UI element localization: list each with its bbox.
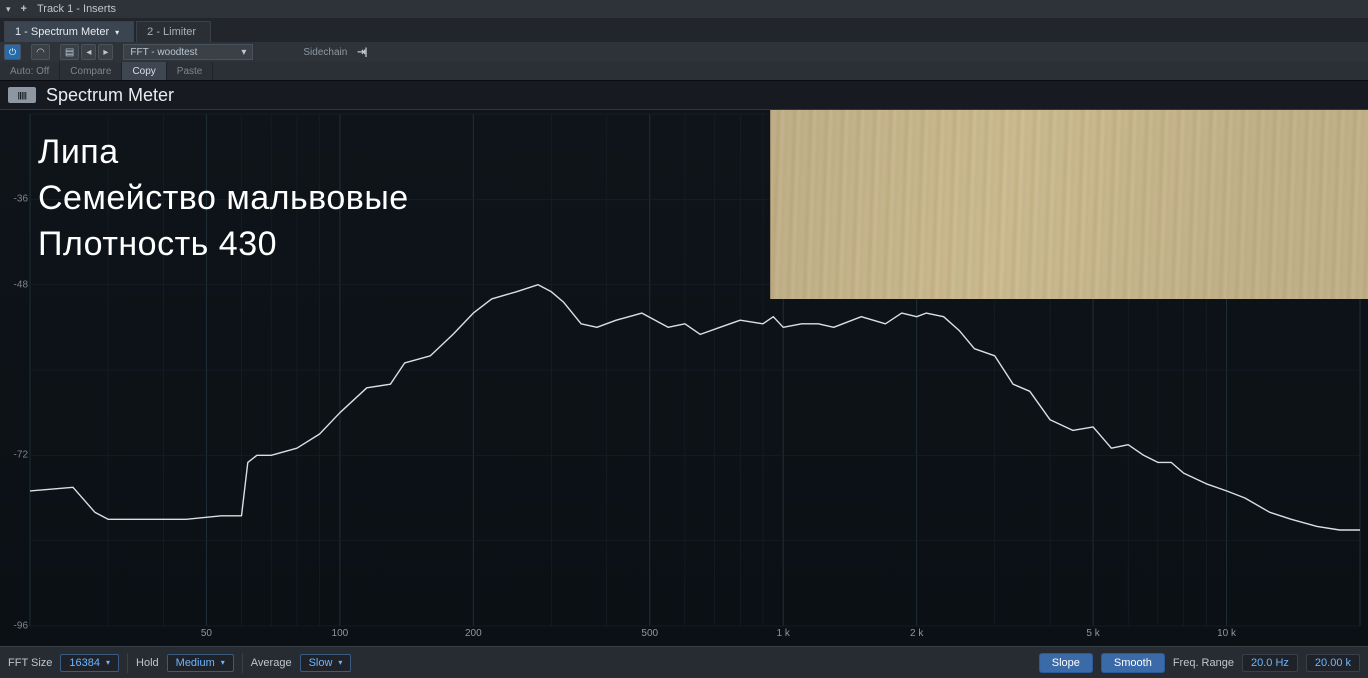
insert-tabs: 1 - Spectrum Meter 2 - Limiter xyxy=(0,18,1368,42)
tab-spectrum-meter[interactable]: 1 - Spectrum Meter xyxy=(4,21,134,42)
hold-combo[interactable]: Medium xyxy=(167,654,234,672)
tab-label: 1 - Spectrum Meter xyxy=(15,26,109,38)
overlay-line-2: Семейство мальвовые xyxy=(38,176,409,222)
inserts-menu-dropdown[interactable] xyxy=(6,4,11,15)
overlay-annotation: Липа Семейство мальвовые Плотность 430 xyxy=(38,130,409,268)
preset-prev-button[interactable]: ◂ xyxy=(81,44,96,60)
chevron-down-icon xyxy=(106,658,110,667)
fft-size-combo[interactable]: 16384 xyxy=(60,654,119,672)
average-label: Average xyxy=(251,657,292,669)
preset-browser-button[interactable]: ▤ xyxy=(60,44,79,60)
average-combo[interactable]: Slow xyxy=(300,654,352,672)
auto-toggle[interactable]: Auto: Off xyxy=(0,62,60,80)
chevron-down-icon xyxy=(241,47,246,58)
hold-label: Hold xyxy=(136,657,159,669)
add-insert-button[interactable]: + xyxy=(21,3,27,15)
y-axis-labels: -36-48-72-96 xyxy=(4,110,30,624)
freq-range-lo[interactable]: 20.0 Hz xyxy=(1242,654,1298,672)
sidechain-label: Sidechain xyxy=(303,47,347,58)
chevron-down-icon xyxy=(338,658,342,667)
spectrum-display[interactable]: -36-48-72-96 501002005001 k2 k5 k10 k Ли… xyxy=(0,110,1368,646)
track-inserts-label: Track 1 - Inserts xyxy=(37,3,116,15)
overlay-line-3: Плотность 430 xyxy=(38,222,409,268)
slope-button[interactable]: Slope xyxy=(1039,653,1093,673)
preset-next-button[interactable]: ▸ xyxy=(98,44,113,60)
chevron-down-icon xyxy=(221,658,225,667)
presonus-logo-icon: ||||| xyxy=(8,87,36,103)
preset-name: FFT - woodtest xyxy=(130,47,197,58)
freq-range-hi[interactable]: 20.00 k xyxy=(1306,654,1360,672)
wood-sample-image xyxy=(770,110,1368,299)
smooth-button[interactable]: Smooth xyxy=(1101,653,1165,673)
preset-combo[interactable]: FFT - woodtest xyxy=(123,44,253,60)
compare-button[interactable]: Compare xyxy=(60,62,122,80)
x-axis-labels: 501002005001 k2 k5 k10 k xyxy=(30,628,1368,644)
tab-label: 2 - Limiter xyxy=(147,26,196,38)
copy-button[interactable]: Copy xyxy=(122,62,166,80)
paste-button[interactable]: Paste xyxy=(167,62,214,80)
plugin-name: Spectrum Meter xyxy=(46,85,174,106)
pin-button[interactable]: ◠ xyxy=(31,44,50,60)
fft-size-label: FFT Size xyxy=(8,657,52,669)
power-button[interactable]: ⏻ xyxy=(4,44,21,60)
overlay-line-1: Липа xyxy=(38,130,409,176)
freq-range-label: Freq. Range xyxy=(1173,657,1234,669)
tab-menu-icon[interactable] xyxy=(115,28,119,37)
tab-limiter[interactable]: 2 - Limiter xyxy=(136,21,211,42)
sidechain-routing-icon[interactable]: ⇥| xyxy=(357,47,366,58)
